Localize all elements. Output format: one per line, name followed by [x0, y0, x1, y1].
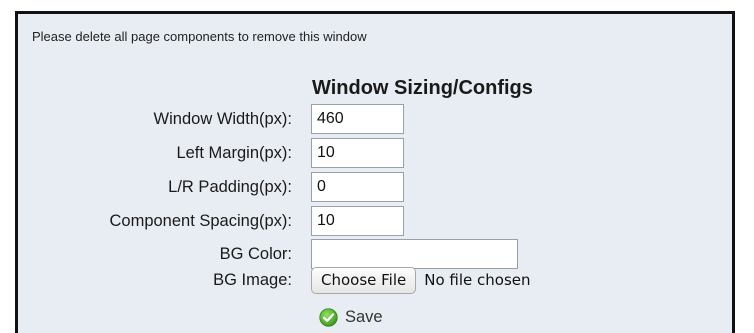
- left-margin-label: Left Margin(px):: [176, 144, 292, 162]
- window-width-field[interactable]: 460: [311, 104, 404, 134]
- bg-color-field[interactable]: [311, 239, 518, 269]
- component-spacing-field[interactable]: 10: [311, 206, 404, 236]
- bg-color-label: BG Color:: [219, 245, 292, 263]
- save-button[interactable]: Save: [319, 304, 383, 330]
- section-title: Window Sizing/Configs: [312, 77, 533, 99]
- lr-padding-label: L/R Padding(px):: [168, 178, 292, 196]
- check-circle-icon: [319, 307, 338, 327]
- bg-image-label: BG Image:: [213, 271, 292, 289]
- bg-image-file-input: Choose File No file chosen: [311, 266, 531, 294]
- window-width-label: Window Width(px):: [153, 110, 292, 128]
- config-window: Please delete all page components to rem…: [15, 11, 735, 333]
- component-spacing-label: Component Spacing(px):: [109, 212, 292, 230]
- lr-padding-field[interactable]: 0: [311, 172, 404, 202]
- choose-file-button[interactable]: Choose File: [311, 266, 417, 294]
- delete-notice: Please delete all page components to rem…: [32, 29, 367, 44]
- left-margin-field[interactable]: 10: [311, 138, 404, 168]
- file-status: No file chosen: [424, 271, 531, 289]
- save-label: Save: [345, 307, 383, 326]
